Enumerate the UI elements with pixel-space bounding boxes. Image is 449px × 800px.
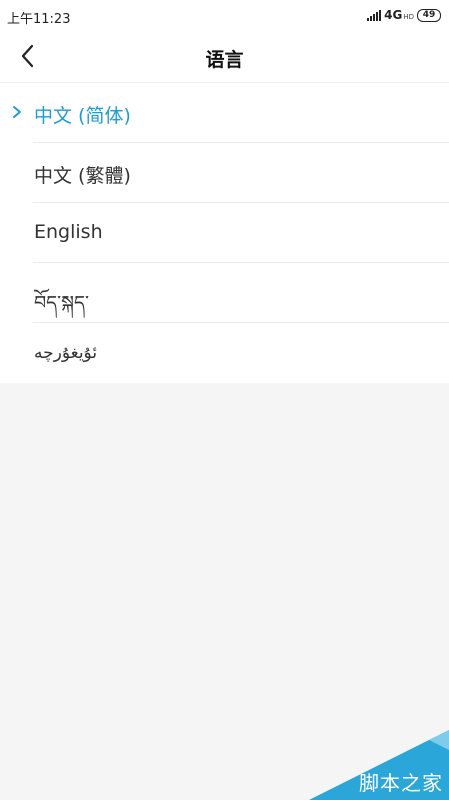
language-list: 中文 (简体) 中文 (繁體) English བོད་སྐད་ ئۇيغۇرچ… — [0, 83, 449, 383]
watermark: jb51.net 脚本之家 — [309, 730, 449, 800]
battery-icon: 49 — [417, 8, 441, 22]
language-label: 中文 (繁體) — [34, 165, 131, 187]
status-indicators: 4G HD 49 — [367, 7, 441, 23]
language-label: English — [34, 221, 103, 243]
signal-icon — [367, 9, 382, 21]
language-item-tibetan[interactable]: བོད་སྐད་ — [0, 263, 449, 323]
header: 语言 — [0, 32, 449, 83]
page-title: 语言 — [205, 49, 244, 71]
status-bar: 上午11:23 4G HD 49 — [0, 0, 449, 32]
chevron-right-icon — [13, 106, 21, 118]
language-item-zh-hant[interactable]: 中文 (繁體) — [0, 143, 449, 203]
status-time: 上午11:23 — [7, 12, 71, 27]
network-type: 4G — [384, 8, 403, 22]
language-item-english[interactable]: English — [0, 203, 449, 263]
language-item-uyghur[interactable]: ئۇيغۇرچە — [0, 323, 449, 383]
language-label: ئۇيغۇرچە — [34, 343, 98, 363]
network-sub: HD — [403, 13, 414, 21]
language-item-zh-hans[interactable]: 中文 (简体) — [0, 83, 449, 143]
language-label: 中文 (简体) — [34, 105, 131, 127]
watermark-brand: 脚本之家 — [359, 771, 443, 795]
